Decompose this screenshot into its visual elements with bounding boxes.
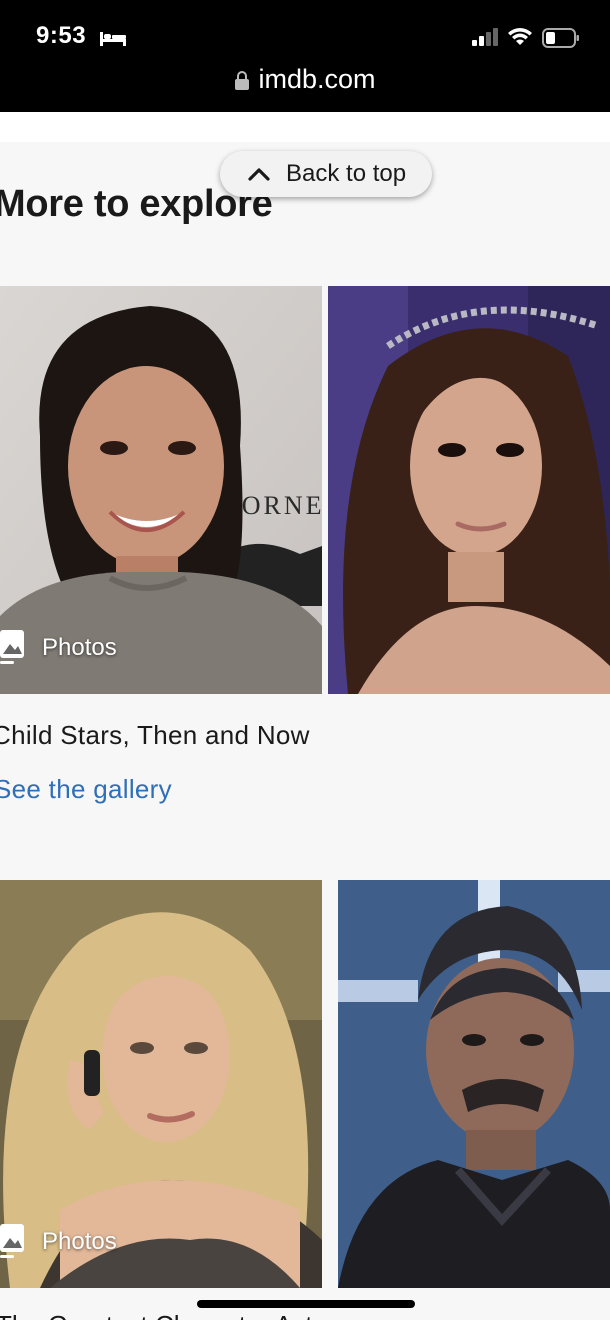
next-card-caption[interactable]: The Greatest Character Actors (0, 1310, 349, 1320)
page-top-strip (0, 112, 610, 142)
battery-icon (542, 28, 579, 48)
url-text: imdb.com (258, 64, 376, 94)
photos-badge: Photos (0, 1224, 117, 1260)
lock-icon (235, 70, 250, 90)
back-to-top-label: Back to top (286, 160, 407, 187)
portrait-image (328, 286, 610, 694)
home-indicator[interactable] (197, 1300, 415, 1308)
url-bar[interactable]: imdb.com (0, 64, 610, 104)
cellular-signal-icon (472, 28, 498, 46)
card-image-left[interactable]: Photos (0, 880, 322, 1288)
card-caption[interactable]: Child Stars, Then and Now (0, 720, 310, 751)
photos-badge-label: Photos (42, 1228, 117, 1255)
photos-icon (0, 1224, 24, 1258)
card-image-left[interactable]: HORNE Photos (0, 286, 322, 694)
photos-icon (0, 630, 24, 664)
status-bar: 9:53 imdb.com (0, 0, 610, 112)
photos-badge: Photos (0, 630, 117, 666)
status-time: 9:53 (36, 22, 87, 49)
wifi-icon (508, 28, 532, 45)
card-image-right[interactable] (338, 880, 610, 1288)
card-image-right[interactable] (328, 286, 610, 694)
see-gallery-link[interactable]: See the gallery (0, 774, 172, 805)
bed-icon (100, 32, 126, 46)
portrait-image (338, 880, 610, 1288)
back-to-top-button[interactable]: Back to top (220, 151, 432, 197)
photos-badge-label: Photos (42, 634, 117, 661)
chevron-up-icon (248, 168, 270, 181)
